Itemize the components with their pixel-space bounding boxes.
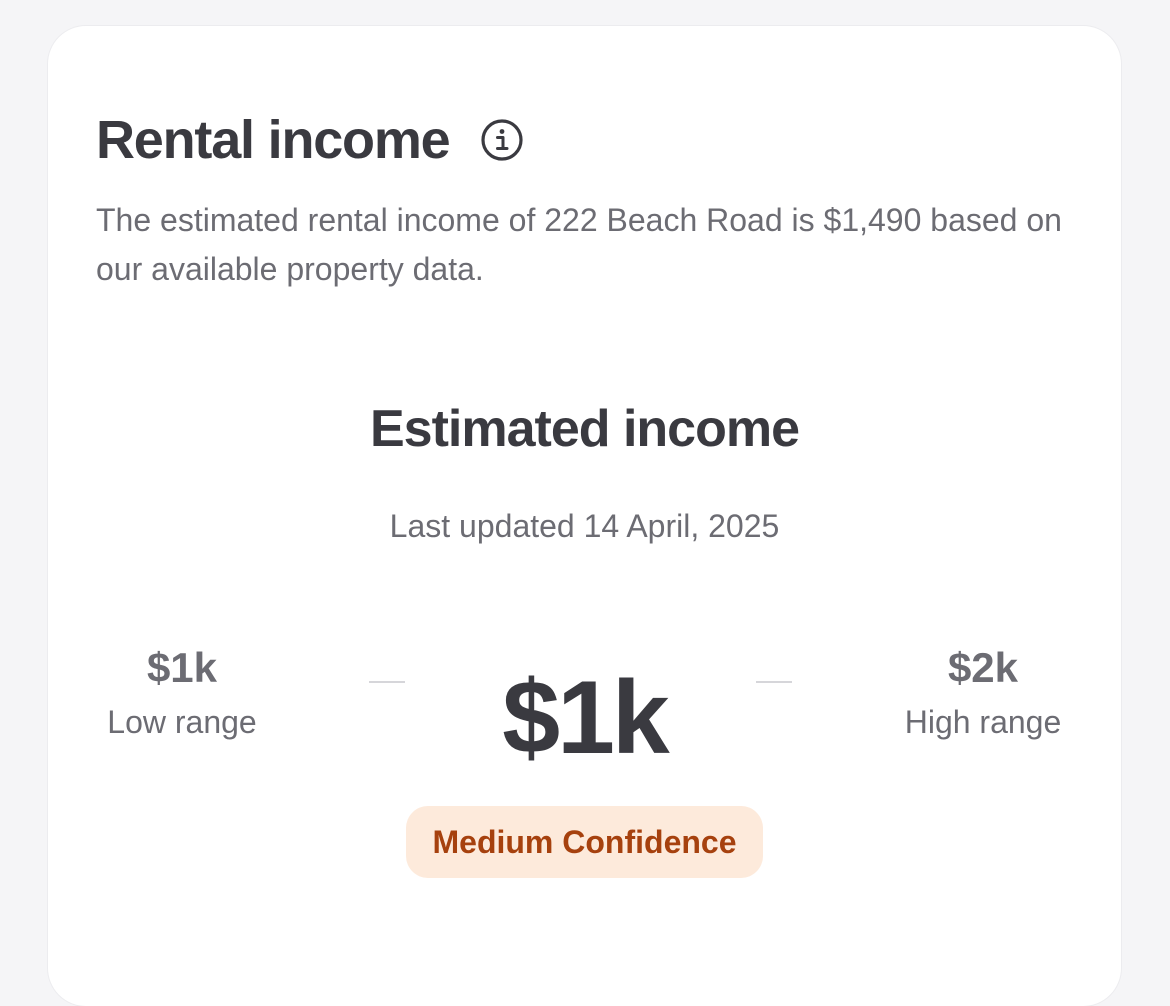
card-description: The estimated rental income of 222 Beach… xyxy=(96,202,1062,287)
rental-income-card: Rental income The estimated rental incom… xyxy=(48,26,1121,1006)
high-range: $2k High range xyxy=(888,642,1078,744)
card-title: Rental income xyxy=(96,110,451,170)
range-divider-right xyxy=(756,681,792,683)
confidence-badge-wrap: Medium Confidence xyxy=(48,806,1121,878)
last-updated-text: Last updated 14 April, 2025 xyxy=(389,508,780,544)
high-range-value: $2k xyxy=(947,644,1019,691)
estimate-title: Estimated income xyxy=(369,400,800,458)
confidence-badge: Medium Confidence xyxy=(406,806,763,878)
info-icon[interactable] xyxy=(480,118,524,162)
high-range-label: High range xyxy=(904,704,1062,740)
title-row: Rental income xyxy=(96,108,524,172)
